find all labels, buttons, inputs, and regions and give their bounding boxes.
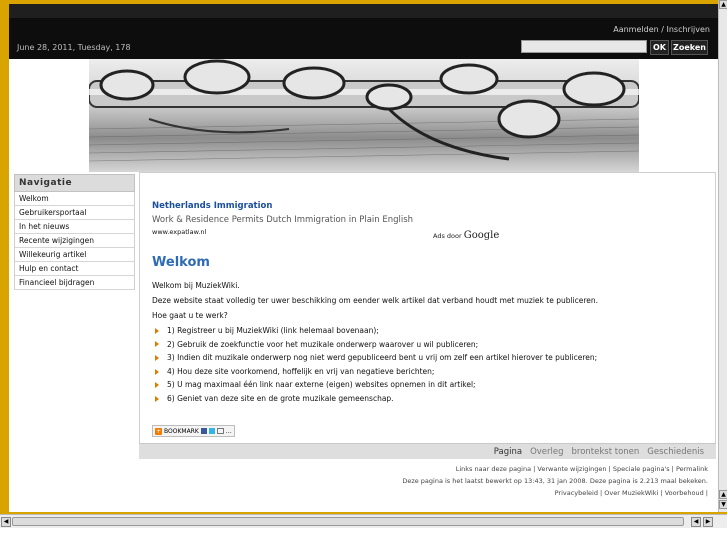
tab-geschiedenis[interactable]: Geschiedenis [647,447,704,457]
sidebar-title: Navigatie [14,174,135,192]
bottom-strip [0,528,727,545]
scroll-up-icon[interactable]: ▲ [719,0,727,9]
search-button[interactable]: Zoeken [671,40,708,55]
tab-pagina[interactable]: Pagina [494,447,522,457]
horizontal-scrollbar[interactable]: ◀ ◀ ▶ [0,514,727,529]
list-item: 3) Indien dit muzikale onderwerp nog nie… [155,351,597,365]
vertical-scrollbar[interactable]: ▲ ▲ ▼ [718,0,727,512]
sidebar-item-willekeurig-artikel[interactable]: Willekeurig artikel [14,248,135,262]
search-input[interactable] [521,40,647,53]
ads-by-google-link[interactable]: Ads door Google [433,230,499,241]
sidebar-item-nieuws[interactable]: In het nieuws [14,220,135,234]
sidebar-item-welkom[interactable]: Welkom [14,192,135,206]
footer: Links naar deze pagina | Verwante wijzig… [402,463,708,499]
footer-policy-links[interactable]: Privacybeleid | Over MuziekWiki | Voorbe… [402,487,708,499]
bullet-arrow-icon [155,382,159,389]
scroll-left-icon[interactable]: ◀ [691,517,701,527]
google-logo: Google [463,230,500,241]
list-item: 1) Registreer u bij MuziekWiki (link hel… [155,324,597,338]
banner-image [89,59,639,172]
top-bar: Aanmelden / Inschrijven June 28, 2011, T… [9,4,718,59]
list-item: 6) Geniet van deze site en de grote muzi… [155,392,597,406]
email-icon [216,428,224,434]
scroll-right-icon[interactable]: ▶ [703,517,713,527]
sidebar-item-financieel[interactable]: Financieel bijdragen [14,276,135,290]
bullet-arrow-icon [155,341,159,348]
ad-title-link[interactable]: Netherlands Immigration [152,201,492,211]
twitter-icon [208,428,215,434]
welcome-text: Welkom bij MuziekWiki. [152,281,240,290]
page-title: Welkom [152,255,210,270]
page-tabs: Pagina Overleg brontekst tonen Geschiede… [139,443,716,459]
step-text: 3) Indien dit muzikale onderwerp nog nie… [167,353,598,363]
scroll-up-icon[interactable]: ▲ [719,490,727,499]
step-text: 6) Geniet van deze site en de grote muzi… [167,393,394,403]
tab-brontekst[interactable]: brontekst tonen [572,447,640,457]
step-text: 5) U mag maximaal één link naar externe … [167,380,476,390]
bullet-arrow-icon [155,354,159,361]
scroll-left-icon[interactable]: ◀ [1,517,11,527]
footer-info: Deze pagina is het laatst bewerkt op 13:… [402,477,708,485]
sidebar-item-gebruikersportaal[interactable]: Gebruikersportaal [14,206,135,220]
step-text: 1) Registreer u bij MuziekWiki (link hel… [167,326,379,335]
sidebar: Navigatie Welkom Gebruikersportaal In he… [14,174,135,290]
facebook-icon [200,428,207,434]
sidebar-item-recente-wijzigingen[interactable]: Recente wijzigingen [14,234,135,248]
step-text: 2) Gebruik de zoekfunctie voor het muzik… [167,339,479,349]
tab-overleg[interactable]: Overleg [530,447,563,457]
ads-by-label: Ads door [433,232,462,240]
browser-viewport: Aanmelden / Inschrijven June 28, 2011, T… [9,4,718,512]
list-item: 5) U mag maximaal één link naar externe … [155,378,597,392]
login-link[interactable]: Aanmelden / Inschrijven [613,25,710,34]
list-item: 2) Gebruik de zoekfunctie voor het muzik… [155,338,597,352]
bullet-arrow-icon [155,368,159,375]
ok-button[interactable]: OK [650,40,669,55]
how-text: Hoe gaat u te werk? [152,311,228,320]
date-text: June 28, 2011, Tuesday, 178 [17,43,131,52]
footer-links[interactable]: Links naar deze pagina | Verwante wijzig… [402,463,708,475]
ad-text: Work & Residence Permits Dutch Immigrati… [152,215,414,225]
top-strip [9,4,718,18]
bullet-arrow-icon [155,327,159,334]
list-item: 4) Hou deze site voorkomend, hoffelijk e… [155,365,597,379]
sidebar-item-hulp[interactable]: Hulp en contact [14,262,135,276]
bookmark-button[interactable]: + BOOKMARK … [152,425,235,437]
scroll-down-icon[interactable]: ▼ [719,500,727,509]
bookmark-label: BOOKMARK [164,427,199,435]
step-text: 4) Hou deze site voorkomend, hoffelijk e… [167,366,435,376]
share-icon: + [155,427,162,435]
scrollbar-thumb[interactable] [12,517,684,526]
more-icon: … [225,427,232,435]
steps-list: 1) Registreer u bij MuziekWiki (link hel… [155,324,597,406]
content-area: Netherlands Immigration Work & Residence… [139,172,716,444]
bullet-arrow-icon [155,395,159,402]
intro-text: Deze website staat volledig ter uwer bes… [152,296,599,305]
